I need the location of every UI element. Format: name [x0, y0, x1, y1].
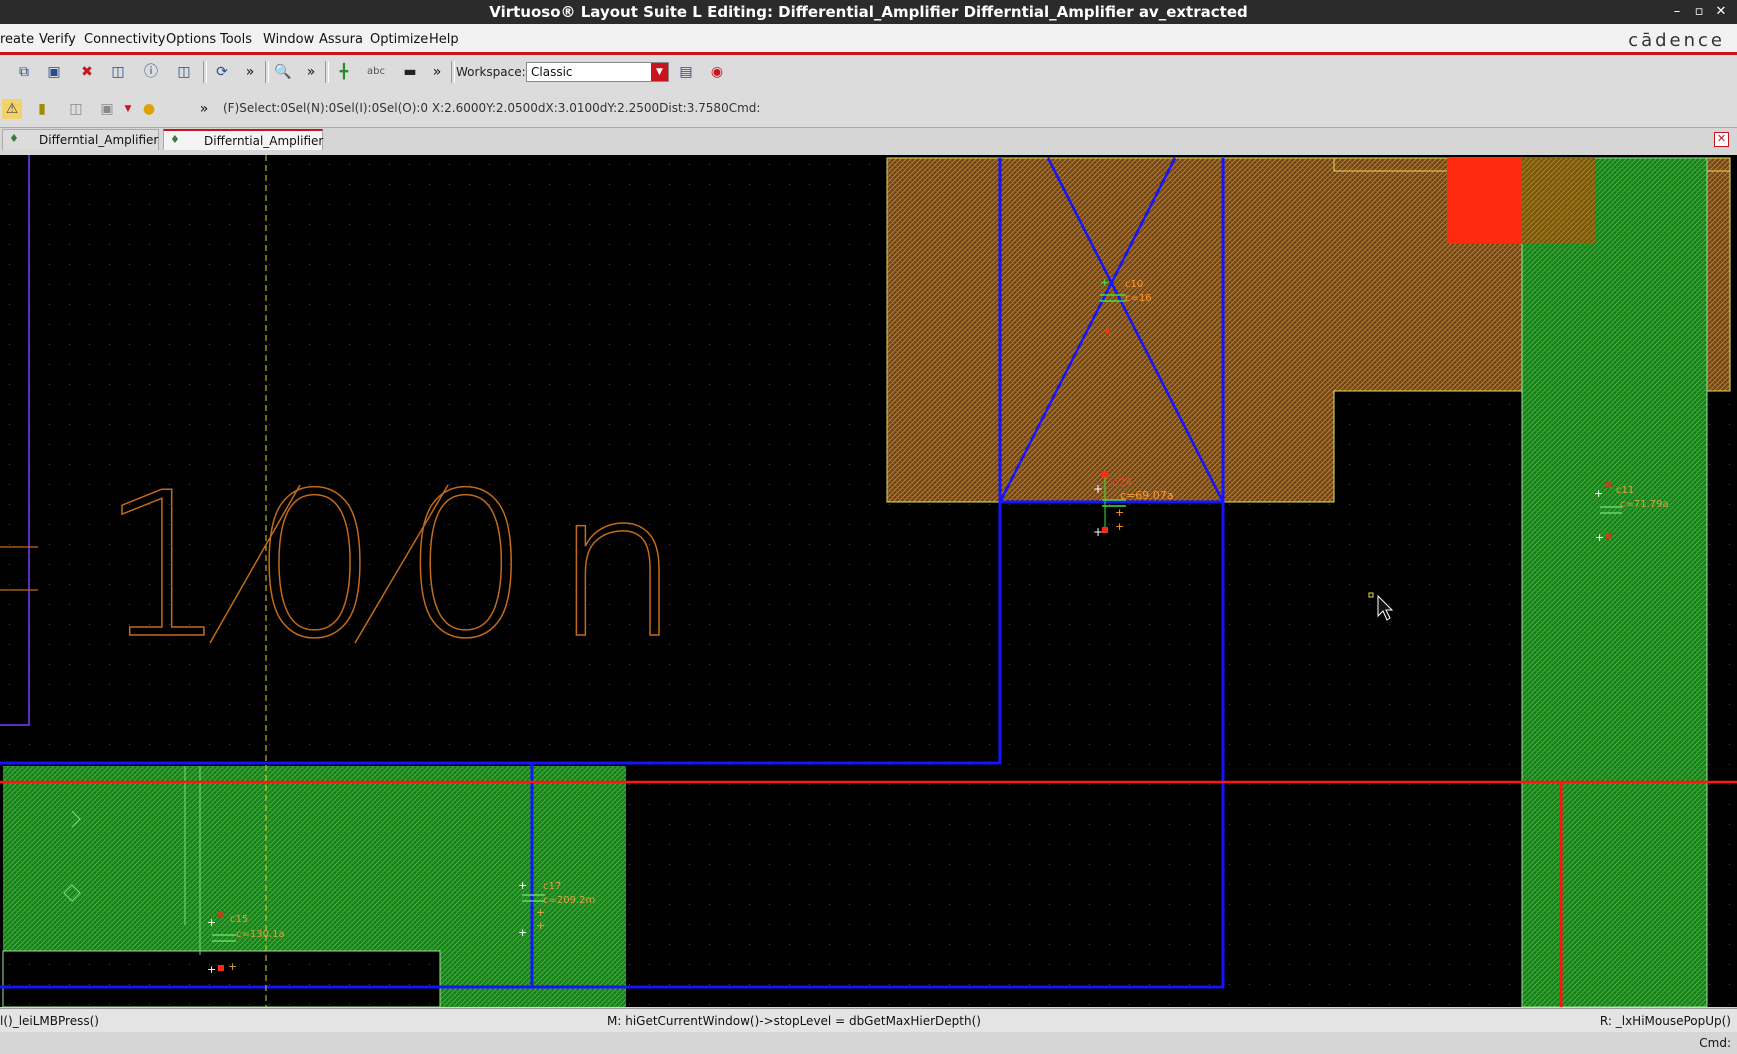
more-icon[interactable]: »	[427, 62, 447, 82]
tab-layout-2[interactable]: ♦ Differntial_Amplifier	[163, 129, 323, 150]
toolbar-separator	[451, 61, 455, 83]
create-instance-icon[interactable]: ╋	[334, 62, 354, 82]
window-title: Virtuoso® Layout Suite L Editing: Differ…	[489, 3, 1248, 21]
svg-text:+: +	[207, 916, 216, 929]
svg-text:+: +	[207, 963, 216, 976]
middle-mouse-binding: M: hiGetCurrentWindow()->stopLevel = dbG…	[607, 1014, 981, 1028]
maximize-icon[interactable]: ▫	[1688, 0, 1710, 24]
mouse-bindings-bar: l()_leiLMBPress() M: hiGetCurrentWindow(…	[0, 1008, 1737, 1033]
delete-icon[interactable]: ✖	[77, 62, 97, 82]
delete-workspace-icon[interactable]: ◉	[707, 62, 727, 82]
menu-help[interactable]: Help	[429, 32, 459, 47]
create-pin-icon[interactable]: ▬	[400, 62, 420, 82]
create-label-icon[interactable]: abc	[366, 62, 386, 82]
lightbulb-icon[interactable]: ●	[139, 99, 159, 119]
more-icon[interactable]: »	[240, 62, 260, 82]
capacitor-name: c11	[1616, 485, 1634, 496]
svg-text:+: +	[536, 919, 545, 932]
menu-connectivity[interactable]: Connectivity	[84, 32, 165, 47]
capacitor-name: c17	[543, 881, 561, 892]
layout-tab-icon: ♦	[9, 132, 19, 145]
highlight-icon[interactable]: ▮	[32, 99, 52, 119]
menu-assura[interactable]: Assura	[319, 32, 363, 47]
cadence-logo: cādence	[1628, 30, 1725, 51]
menu-optimize[interactable]: Optimize	[370, 32, 428, 47]
layer-icon[interactable]: ▣	[97, 99, 117, 119]
menu-bar: reate Verify Connectivity Options Tools …	[0, 24, 1737, 55]
metal-column-right	[1521, 157, 1708, 1007]
menu-options[interactable]: Options	[166, 32, 216, 47]
command-label: Cmd:	[1699, 1036, 1731, 1050]
right-mouse-binding: R: _lxHiMousePopUp()	[1599, 1014, 1731, 1028]
main-toolbar: ⧉ ▣ ✖ ◫ ⓘ ◫ ⟳ » 🔍 » ╋ abc ▬ » Workspace:…	[0, 55, 1737, 90]
svg-text:+: +	[518, 926, 527, 939]
toolbar-separator	[203, 61, 207, 83]
command-bar: Cmd:	[0, 1032, 1737, 1054]
more-icon[interactable]: »	[194, 99, 214, 119]
save-workspace-icon[interactable]: ▤	[676, 62, 696, 82]
left-mouse-binding: l()_leiLMBPress()	[0, 1014, 99, 1028]
svg-text:+: +	[1115, 520, 1124, 533]
svg-text:+: +	[1093, 525, 1103, 539]
capacitor-name: c15	[230, 914, 248, 925]
tab-label: Differntial_Amplifier	[39, 133, 159, 147]
zoom-icon[interactable]: 🔍	[273, 62, 293, 82]
menu-window[interactable]: Window	[263, 32, 314, 47]
capacitor-name: c24	[1112, 476, 1132, 489]
metal-cutout-grid	[2, 950, 441, 1007]
big-label: 100n	[100, 450, 705, 683]
layout-tab-icon: ♦	[170, 133, 180, 146]
svg-text:+: +	[228, 960, 237, 973]
more-icon[interactable]: »	[301, 62, 321, 82]
move-icon[interactable]: ▣	[44, 62, 64, 82]
tab-layout-1[interactable]: ♦ Differntial_Amplifier	[2, 129, 159, 150]
capacitor-value: c=16	[1125, 293, 1152, 304]
svg-text:+: +	[1115, 506, 1124, 519]
capacitor-value: c=71.79a	[1620, 499, 1669, 510]
close-tab-icon[interactable]: ✕	[1714, 132, 1729, 147]
close-window-icon[interactable]: ✕	[1710, 0, 1732, 24]
tab-label: Differntial_Amplifier	[204, 134, 324, 148]
tab-bar: ♦ Differntial_Amplifier ♦ Differntial_Am…	[0, 128, 1737, 151]
layout-canvas[interactable]: 100n + c10 c=16 + + + + c24 c=69.07a + +…	[0, 155, 1737, 1007]
menu-verify[interactable]: Verify	[39, 32, 76, 47]
menu-create[interactable]: reate	[0, 32, 34, 47]
chevron-down-icon[interactable]: ▼	[118, 99, 138, 119]
workspace-select[interactable]: Classic ▼	[526, 62, 669, 82]
layout-drawing[interactable]: 100n + c10 c=16 + + + + c24 c=69.07a + +…	[0, 155, 1737, 1007]
align-icon[interactable]: ◫	[174, 62, 194, 82]
properties-icon[interactable]: ⓘ	[141, 62, 161, 82]
toolbar-separator	[265, 61, 269, 83]
window-titlebar: Virtuoso® Layout Suite L Editing: Differ…	[0, 0, 1737, 24]
minimize-icon[interactable]: –	[1666, 0, 1688, 24]
svg-text:+: +	[1093, 482, 1103, 496]
capacitor-name: c10	[1125, 279, 1143, 290]
toolbar-separator	[325, 61, 329, 83]
svg-text:+: +	[518, 879, 527, 892]
svg-text:+: +	[1595, 531, 1604, 544]
svg-text:+: +	[1100, 276, 1109, 289]
redraw-icon[interactable]: ⟳	[212, 62, 232, 82]
workspace-label: Workspace:	[456, 65, 526, 79]
info-bar: ⚠ ▮ ◫ ▣ ▼ ● » (F)Select:0Sel(N):0Sel(I):…	[0, 89, 1737, 128]
capacitor-value: c=130.1a	[236, 929, 285, 940]
warning-icon[interactable]: ⚠	[2, 99, 22, 119]
chevron-down-icon[interactable]: ▼	[651, 63, 668, 81]
workspace-value: Classic	[531, 65, 573, 79]
svg-text:+: +	[536, 906, 545, 919]
status-readout: (F)Select:0Sel(N):0Sel(I):0Sel(O):0 X:2.…	[223, 101, 761, 115]
menu-tools[interactable]: Tools	[220, 32, 252, 47]
capacitor-value: c=209.2m	[543, 895, 595, 906]
svg-text:+: +	[1594, 487, 1603, 500]
replace-icon[interactable]: ◫	[108, 62, 128, 82]
hierarchy-icon[interactable]: ◫	[66, 99, 86, 119]
contact-region	[1447, 158, 1524, 244]
overlap-region	[1522, 158, 1595, 244]
copy-icon[interactable]: ⧉	[14, 62, 34, 82]
capacitor-value: c=69.07a	[1120, 489, 1174, 502]
